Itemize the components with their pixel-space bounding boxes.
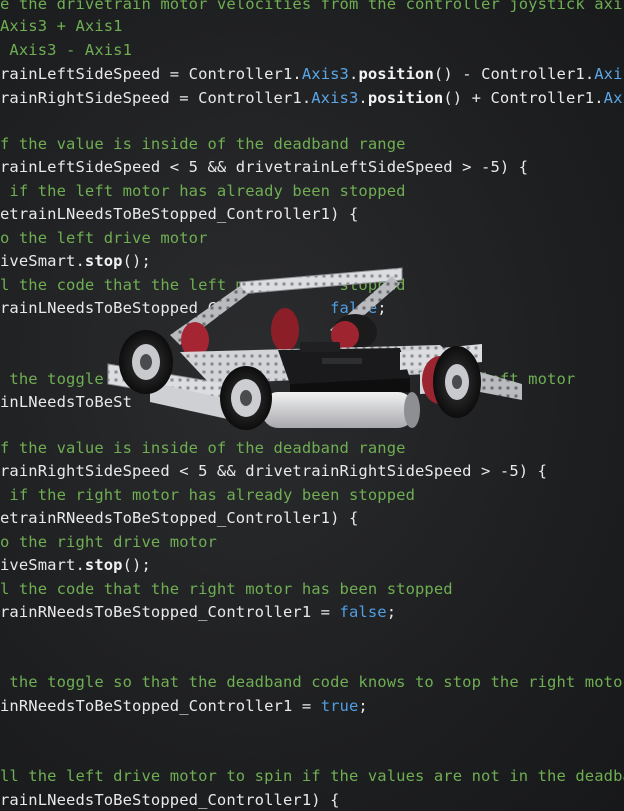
code-line: rainRightSideSpeed = Controller1.Axis3.p… [0,88,624,108]
code-line: the toggle so that the deadband code kno… [0,672,624,692]
code-token: ll the left drive motor to spin if the v… [0,767,624,785]
code-token: () - Controller1. [433,65,595,83]
code-token: iveSmart. [0,556,85,574]
code-line: o the right drive motor [0,532,217,552]
code-token: o the left drive motor [0,229,208,247]
code-token: . [358,89,368,107]
code-token: rainLNeedsToBeStopped_Controller1) { [0,791,340,809]
code-token: the toggle e left motor [0,370,576,388]
code-token: rainLeftSideSpeed = Controller1. [0,65,302,83]
code-token: rainRNeedsToBeStopped_Controller1 = [0,603,340,621]
code-token: position [358,65,434,83]
code-token: rainLeftSideSpeed < 5 && drivetrainLeftS… [0,158,529,176]
code-token: o the right drive motor [0,533,217,551]
code-token: rainRightSideSpeed = Controller1. [0,89,312,107]
code-token: inRNeedsToBeStopped_Controller1 = [0,697,321,715]
code-line: etrainLNeedsToBeStopped_Controller1) { [0,204,358,224]
code-token: if the left motor has already been stopp… [0,182,406,200]
code-token: inLNeedsToBeSt [0,393,133,411]
code-line: the toggle e left motor [0,369,575,389]
code-line: Axis3 + Axis1 [0,16,123,36]
code-token: Axis3 - Axis1 [0,41,133,59]
code-token: Axi [603,89,624,107]
code-token: ; [386,603,397,621]
code-token: () + Controller1. [443,89,604,107]
code-line: iveSmart.stop(); [0,251,151,271]
code-line: Axis3 - Axis1 [0,40,132,60]
code-line: rainRNeedsToBeStopped_Controller1 = fals… [0,602,396,622]
code-token: the toggle so that the deadband code kno… [0,673,624,691]
code-line: if the left motor has already been stopp… [0,181,406,201]
code-line: inLNeedsToBeSt [0,392,132,412]
code-token: true [320,697,359,715]
code-line: inRNeedsToBeStopped_Controller1 = true; [0,696,368,716]
code-line: iveSmart.stop(); [0,555,151,575]
code-token: stop [84,252,123,270]
code-token: l the code that the left m stopped [0,276,406,294]
code-line: f the value is inside of the deadband ra… [0,438,406,458]
code-token: (); [122,556,151,574]
code-line: rainLeftSideSpeed = Controller1.Axis3.po… [0,64,624,84]
code-line: l the code that the left m stopped [0,275,406,295]
code-token: if the right motor has already been stop… [0,486,415,504]
code-line: f the value is inside of the deadband ra… [0,134,406,154]
code-line: rainLeftSideSpeed < 5 && drivetrainLeftS… [0,157,528,177]
code-token: Axis3 [301,65,349,83]
code-token: etrainLNeedsToBeStopped_Controller1) { [0,205,359,223]
code-token: rainRightSideSpeed < 5 && drivetrainRigh… [0,462,548,480]
code-line: if the right motor has already been stop… [0,485,415,505]
code-token: Axis3 [311,89,359,107]
code-token: false [339,603,387,621]
code-editor-background: e the drivetrain motor velocities from t… [0,0,624,811]
code-token: ; [377,299,387,317]
code-line: rainLNeedsToBeStopped_Controller1) { [0,790,340,810]
code-token: Axis [594,65,624,83]
code-token: stop [84,556,123,574]
code-token: ; [358,697,368,715]
code-line: e the drivetrain motor velocities from t… [0,0,624,14]
code-token: f the value is inside of the deadband ra… [0,439,406,457]
code-token: false [330,299,378,317]
code-token: (); [122,252,151,270]
code-token: etrainRNeedsToBeStopped_Controller1) { [0,509,359,527]
code-token: position [367,89,444,107]
code-token: Axis3 + Axis1 [0,17,123,35]
code-token: rainLNeedsToBeStopped_C [0,299,331,317]
code-token: iveSmart. [0,252,85,270]
code-line: etrainRNeedsToBeStopped_Controller1) { [0,508,358,528]
code-line: rainLNeedsToBeStopped_C false; [0,298,387,318]
code-token: l the code that the right motor has been… [0,580,453,598]
code-line: rainRightSideSpeed < 5 && drivetrainRigh… [0,461,547,481]
code-line: ll the left drive motor to spin if the v… [0,766,624,786]
code-line: l the code that the right motor has been… [0,579,453,599]
code-line: o the left drive motor [0,228,208,248]
code-token: e the drivetrain motor velocities from t… [0,0,624,13]
code-token: f the value is inside of the deadband ra… [0,135,406,153]
